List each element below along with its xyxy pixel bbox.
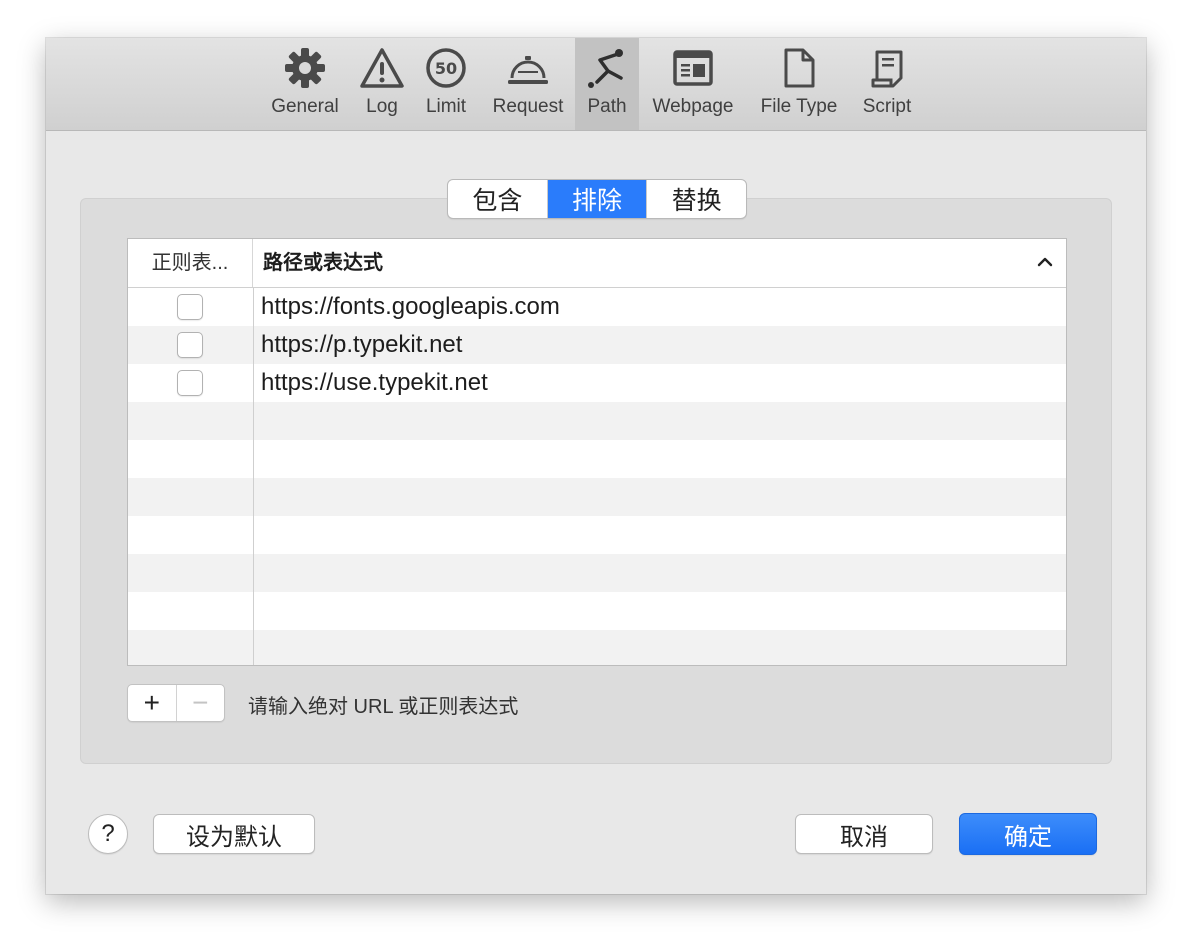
cancel-button[interactable]: 取消 xyxy=(795,814,933,854)
ok-button[interactable]: 确定 xyxy=(959,813,1097,855)
toolbar-label: Path xyxy=(587,96,627,117)
toolbar-label: Log xyxy=(366,96,398,117)
toolbar-item-path[interactable]: Path xyxy=(575,38,639,130)
empty-row xyxy=(128,402,1066,440)
add-remove-control: + − xyxy=(127,684,225,722)
toolbar-label: General xyxy=(271,96,339,117)
toolbar-item-file-type[interactable]: File Type xyxy=(752,38,846,130)
limit-badge: 50 xyxy=(435,59,457,78)
help-button[interactable]: ? xyxy=(88,814,128,854)
toolbar-label: Limit xyxy=(425,96,467,117)
empty-row xyxy=(128,478,1066,516)
toolbar-item-request[interactable]: Request xyxy=(484,38,572,130)
segment-include[interactable]: 包含 xyxy=(448,180,547,218)
column-header-regex[interactable]: 正则表... xyxy=(128,239,253,287)
path-cell[interactable]: https://use.typekit.net xyxy=(261,364,488,402)
table-row[interactable]: https://use.typekit.net xyxy=(128,364,1066,402)
path-cell[interactable]: https://fonts.googleapis.com xyxy=(261,288,560,326)
empty-row xyxy=(128,592,1066,630)
path-cell[interactable]: https://p.typekit.net xyxy=(261,326,462,364)
toolbar-label: Request xyxy=(492,96,564,117)
table-row[interactable]: https://fonts.googleapis.com xyxy=(128,288,1066,326)
toolbar-label: Webpage xyxy=(652,96,734,117)
toolbar-item-limit[interactable]: 50 Limit xyxy=(417,38,475,130)
segment-exclude[interactable]: 排除 xyxy=(546,180,647,218)
toolbar-item-log[interactable]: Log xyxy=(355,38,409,130)
toolbar-label: File Type xyxy=(760,96,838,117)
table-row[interactable]: https://p.typekit.net xyxy=(128,326,1066,364)
input-hint-text: 请输入绝对 URL 或正则表达式 xyxy=(248,696,519,718)
column-header-path[interactable]: 路径或表达式 xyxy=(263,239,383,287)
remove-row-button[interactable]: − xyxy=(175,685,225,721)
preferences-window: General Log 50 Limit Request Path Webpag… xyxy=(46,38,1146,894)
path-icon xyxy=(588,49,623,88)
segment-replace[interactable]: 替换 xyxy=(646,180,746,218)
preferences-toolbar: General Log 50 Limit Request Path Webpag… xyxy=(46,38,1146,131)
empty-row xyxy=(128,516,1066,554)
empty-row xyxy=(128,630,1066,665)
path-mode-segmented-control: 包含 排除 替换 xyxy=(447,179,747,219)
column-divider xyxy=(253,288,254,665)
service-bell-icon xyxy=(508,56,548,84)
gear-icon xyxy=(285,48,325,88)
regex-checkbox[interactable] xyxy=(177,294,203,320)
toolbar-item-webpage[interactable]: Webpage xyxy=(645,38,741,130)
script-icon xyxy=(871,50,903,88)
table-body: https://fonts.googleapis.com https://p.t… xyxy=(128,288,1066,665)
set-default-button[interactable]: 设为默认 xyxy=(153,814,315,854)
warning-icon xyxy=(360,48,404,88)
regex-checkbox[interactable] xyxy=(177,370,203,396)
regex-checkbox[interactable] xyxy=(177,332,203,358)
toolbar-item-general[interactable]: General xyxy=(262,38,348,130)
path-table: 正则表... 路径或表达式 https://fonts.googleapis.c… xyxy=(127,238,1067,666)
empty-row xyxy=(128,440,1066,478)
file-icon xyxy=(784,48,815,88)
toolbar-item-script[interactable]: Script xyxy=(856,38,918,130)
speed-limit-icon: 50 xyxy=(426,48,466,88)
table-header: 正则表... 路径或表达式 xyxy=(128,239,1066,288)
toolbar-label: Script xyxy=(862,96,912,117)
chevron-up-icon[interactable] xyxy=(1036,253,1054,271)
webpage-icon xyxy=(673,50,713,86)
empty-row xyxy=(128,554,1066,592)
add-row-button[interactable]: + xyxy=(128,685,176,721)
